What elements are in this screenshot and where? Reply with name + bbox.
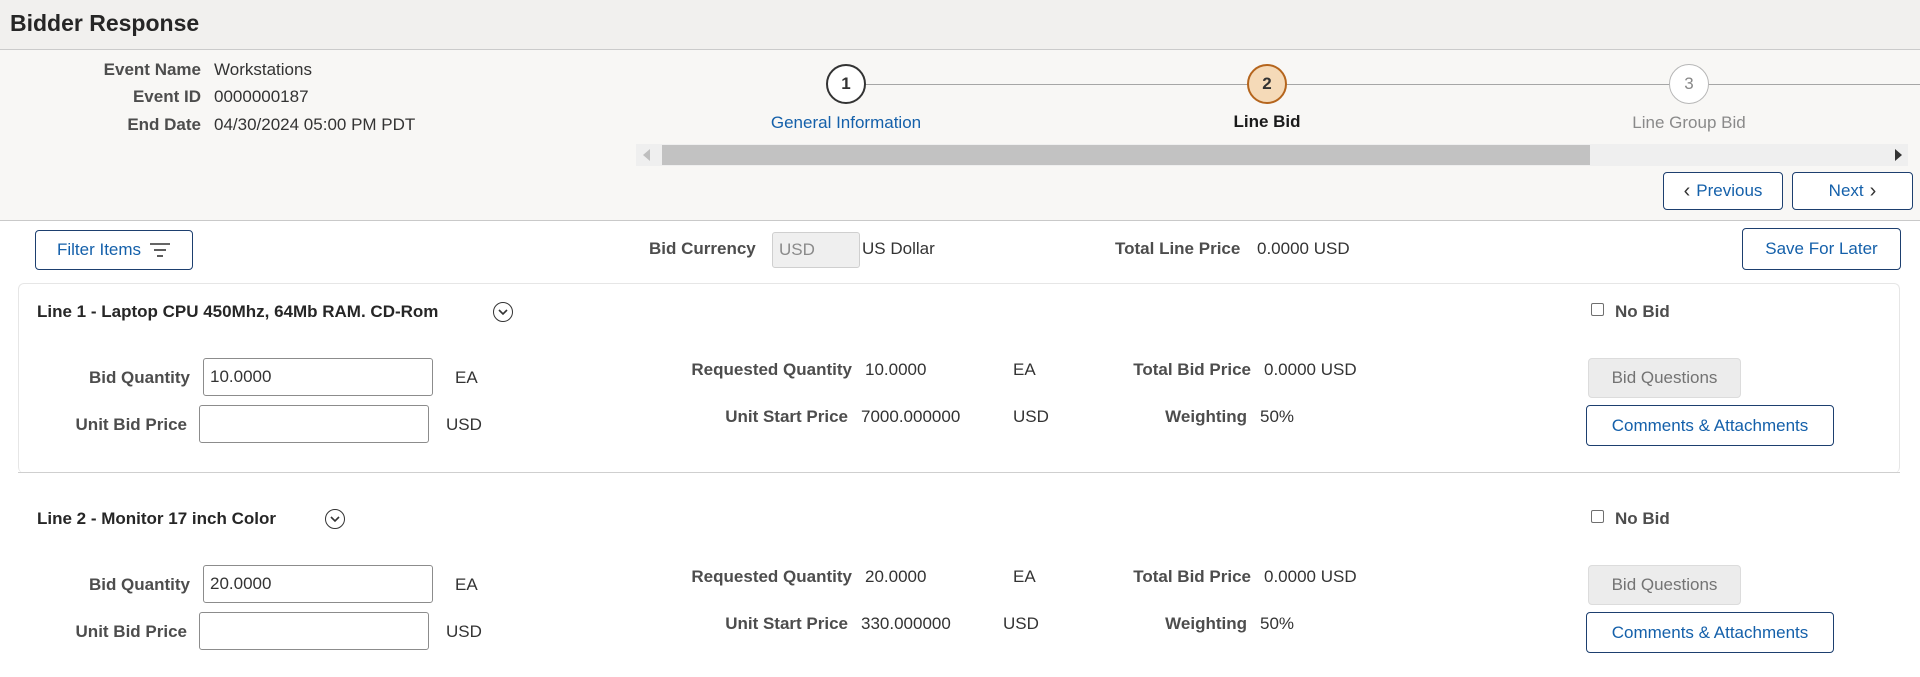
line-1-unit-bid-price-label: Unit Bid Price bbox=[75, 415, 187, 434]
event-name-label: Event Name bbox=[103, 60, 201, 79]
line-1-bid-quantity-uom: EA bbox=[455, 368, 478, 387]
chevron-down-icon bbox=[330, 515, 340, 522]
event-id-value: 0000000187 bbox=[214, 87, 309, 106]
line-1-bid-quantity-input[interactable]: 10.0000 bbox=[203, 358, 433, 396]
line-1-unit-start-price-value: 7000.000000 bbox=[861, 407, 961, 426]
line-1-no-bid-checkbox[interactable] bbox=[1591, 303, 1604, 316]
line-1-expand-button[interactable] bbox=[493, 302, 513, 322]
bid-currency-label: Bid Currency bbox=[649, 239, 756, 258]
filter-items-label: Filter Items bbox=[56, 240, 142, 259]
line-2-unit-start-price-currency: USD bbox=[1003, 614, 1039, 633]
bid-currency-field: USD bbox=[772, 232, 860, 268]
line-2-requested-quantity-uom: EA bbox=[1013, 567, 1036, 586]
line-2-total-bid-price-label: Total Bid Price bbox=[1133, 567, 1251, 586]
line-2-unit-start-price-value: 330.000000 bbox=[861, 614, 951, 633]
end-date-value: 04/30/2024 05:00 PM PDT bbox=[214, 115, 416, 134]
line-1-requested-quantity-value: 10.0000 bbox=[865, 360, 927, 379]
line-2-comments-attachments-button[interactable]: Comments & Attachments bbox=[1586, 612, 1834, 653]
next-label: Next bbox=[1828, 181, 1864, 200]
line-1-total-bid-price-value: 0.0000 USD bbox=[1264, 360, 1357, 379]
scroll-left-icon[interactable] bbox=[643, 149, 650, 161]
line-1-requested-quantity-label: Requested Quantity bbox=[691, 360, 852, 379]
chevron-right-icon: › bbox=[1869, 179, 1877, 202]
line-2-requested-quantity-value: 20.0000 bbox=[865, 567, 927, 586]
line-2-bid-quantity-label: Bid Quantity bbox=[88, 575, 190, 594]
line-1-weighting-value: 50% bbox=[1260, 407, 1295, 426]
next-button[interactable]: Next › bbox=[1792, 172, 1913, 210]
line-2-weighting-label: Weighting bbox=[1165, 614, 1247, 633]
event-name-value: Workstations bbox=[214, 60, 312, 79]
filter-items-button[interactable]: Filter Items bbox=[35, 230, 193, 270]
line-2-bid-quantity-input[interactable]: 20.0000 bbox=[203, 565, 433, 603]
line-2-unit-bid-price-currency: USD bbox=[446, 622, 482, 641]
event-id-label: Event ID bbox=[132, 87, 201, 106]
line-1-title: Line 1 - Laptop CPU 450Mhz, 64Mb RAM. CD… bbox=[37, 302, 439, 321]
scrollbar-thumb[interactable] bbox=[662, 145, 1590, 165]
step-1-label[interactable]: General Information bbox=[746, 113, 946, 133]
line-2-requested-quantity-label: Requested Quantity bbox=[691, 567, 852, 586]
line-2-no-bid-label: No Bid bbox=[1615, 509, 1670, 528]
previous-button[interactable]: ‹ Previous bbox=[1663, 172, 1783, 210]
title-bar bbox=[0, 0, 1920, 50]
total-line-price-value: 0.0000 USD bbox=[1257, 239, 1350, 258]
chevron-left-icon: ‹ bbox=[1683, 179, 1691, 202]
line-1-requested-quantity-uom: EA bbox=[1013, 360, 1036, 379]
step-2-label[interactable]: Line Bid bbox=[1167, 112, 1367, 132]
line-2-bid-questions-button[interactable]: Bid Questions bbox=[1588, 565, 1741, 605]
line-1-unit-start-price-currency: USD bbox=[1013, 407, 1049, 426]
line-2-expand-button[interactable] bbox=[325, 509, 345, 529]
line-1-total-bid-price-label: Total Bid Price bbox=[1133, 360, 1251, 379]
line-2-total-bid-price-value: 0.0000 USD bbox=[1264, 567, 1357, 586]
step-2-circle[interactable]: 2 bbox=[1247, 64, 1287, 104]
step-3-label[interactable]: Line Group Bid bbox=[1589, 113, 1789, 133]
line-2-unit-bid-price-input[interactable] bbox=[199, 612, 429, 650]
total-line-price-label: Total Line Price bbox=[1115, 239, 1241, 258]
bid-currency-name: US Dollar bbox=[862, 239, 935, 258]
line-1-bid-quantity-label: Bid Quantity bbox=[88, 368, 190, 387]
line-2-title: Line 2 - Monitor 17 inch Color bbox=[37, 509, 276, 528]
line-1-unit-start-price-label: Unit Start Price bbox=[725, 407, 848, 426]
line-1-unit-bid-price-currency: USD bbox=[446, 415, 482, 434]
line-1-no-bid-label: No Bid bbox=[1615, 302, 1670, 321]
line-1-comments-attachments-button[interactable]: Comments & Attachments bbox=[1586, 405, 1834, 446]
scroll-right-icon[interactable] bbox=[1895, 149, 1902, 161]
line-1-bid-questions-button[interactable]: Bid Questions bbox=[1588, 358, 1741, 398]
step-connector-line bbox=[865, 84, 1920, 85]
line-2-bid-quantity-uom: EA bbox=[455, 575, 478, 594]
save-for-later-button[interactable]: Save For Later bbox=[1742, 228, 1901, 270]
page-title: Bidder Response bbox=[10, 10, 200, 36]
line-2-weighting-value: 50% bbox=[1260, 614, 1295, 633]
chevron-down-icon bbox=[498, 308, 508, 315]
filter-icon bbox=[150, 243, 171, 257]
line-divider bbox=[18, 472, 1900, 473]
step-1-circle[interactable]: 1 bbox=[826, 64, 866, 104]
line-2-unit-bid-price-label: Unit Bid Price bbox=[75, 622, 187, 641]
previous-label: Previous bbox=[1696, 181, 1763, 200]
line-1-unit-bid-price-input[interactable] bbox=[199, 405, 429, 443]
end-date-label: End Date bbox=[127, 115, 201, 134]
line-1-weighting-label: Weighting bbox=[1165, 407, 1247, 426]
step-3-circle[interactable]: 3 bbox=[1669, 64, 1709, 104]
line-2-no-bid-checkbox[interactable] bbox=[1591, 510, 1604, 523]
line-2-unit-start-price-label: Unit Start Price bbox=[725, 614, 848, 633]
